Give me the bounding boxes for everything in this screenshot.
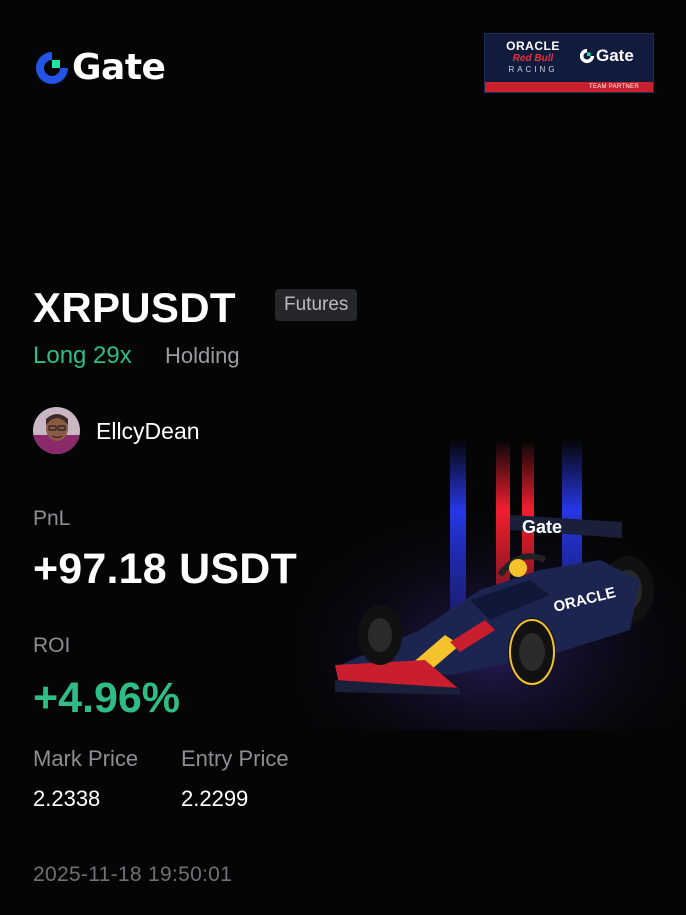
- pnl-value: +97.18 USDT: [33, 545, 297, 593]
- roi-value: +4.96%: [33, 674, 181, 722]
- partner-gate-text: Gate: [596, 46, 634, 65]
- gate-logo-icon: [579, 48, 595, 64]
- timestamp: 2025-11-18 19:50:01: [33, 863, 233, 886]
- position-share-card: Gate ORACLE Red Bull RACING Gate TEAM PA…: [0, 0, 686, 915]
- entry-price-value: 2.2299: [181, 786, 249, 811]
- futures-tag: Futures: [275, 289, 358, 321]
- redbull-text: Red Bull: [512, 53, 554, 64]
- team-partner-label: TEAM PARTNER: [485, 82, 653, 92]
- mark-price-label: Mark Price: [33, 746, 139, 771]
- car-wing-text: Gate: [522, 517, 562, 537]
- gate-logo: Gate: [34, 47, 166, 88]
- position-side: Long 29x: [33, 342, 132, 369]
- brand-name: Gate: [72, 47, 166, 88]
- entry-price-label: Entry Price: [181, 746, 289, 771]
- pnl-label: PnL: [33, 507, 71, 530]
- trading-pair: XRPUSDT: [33, 284, 236, 331]
- gate-logo-icon: [36, 52, 68, 84]
- roi-label: ROI: [33, 634, 71, 657]
- racing-text: RACING: [508, 65, 558, 74]
- oracle-text: ORACLE: [506, 39, 560, 53]
- username: EllcyDean: [96, 418, 200, 444]
- partner-gate-logo: Gate: [579, 46, 634, 66]
- oracle-redbull-racing-logo: ORACLE Red Bull RACING: [493, 40, 573, 80]
- mark-price-value: 2.2338: [33, 786, 101, 811]
- team-partner-badge: ORACLE Red Bull RACING Gate TEAM PARTNER: [484, 33, 654, 93]
- user-avatar: [33, 407, 80, 454]
- f1-car-image: Gate ORACLE: [300, 440, 686, 730]
- position-status: Holding: [165, 343, 240, 368]
